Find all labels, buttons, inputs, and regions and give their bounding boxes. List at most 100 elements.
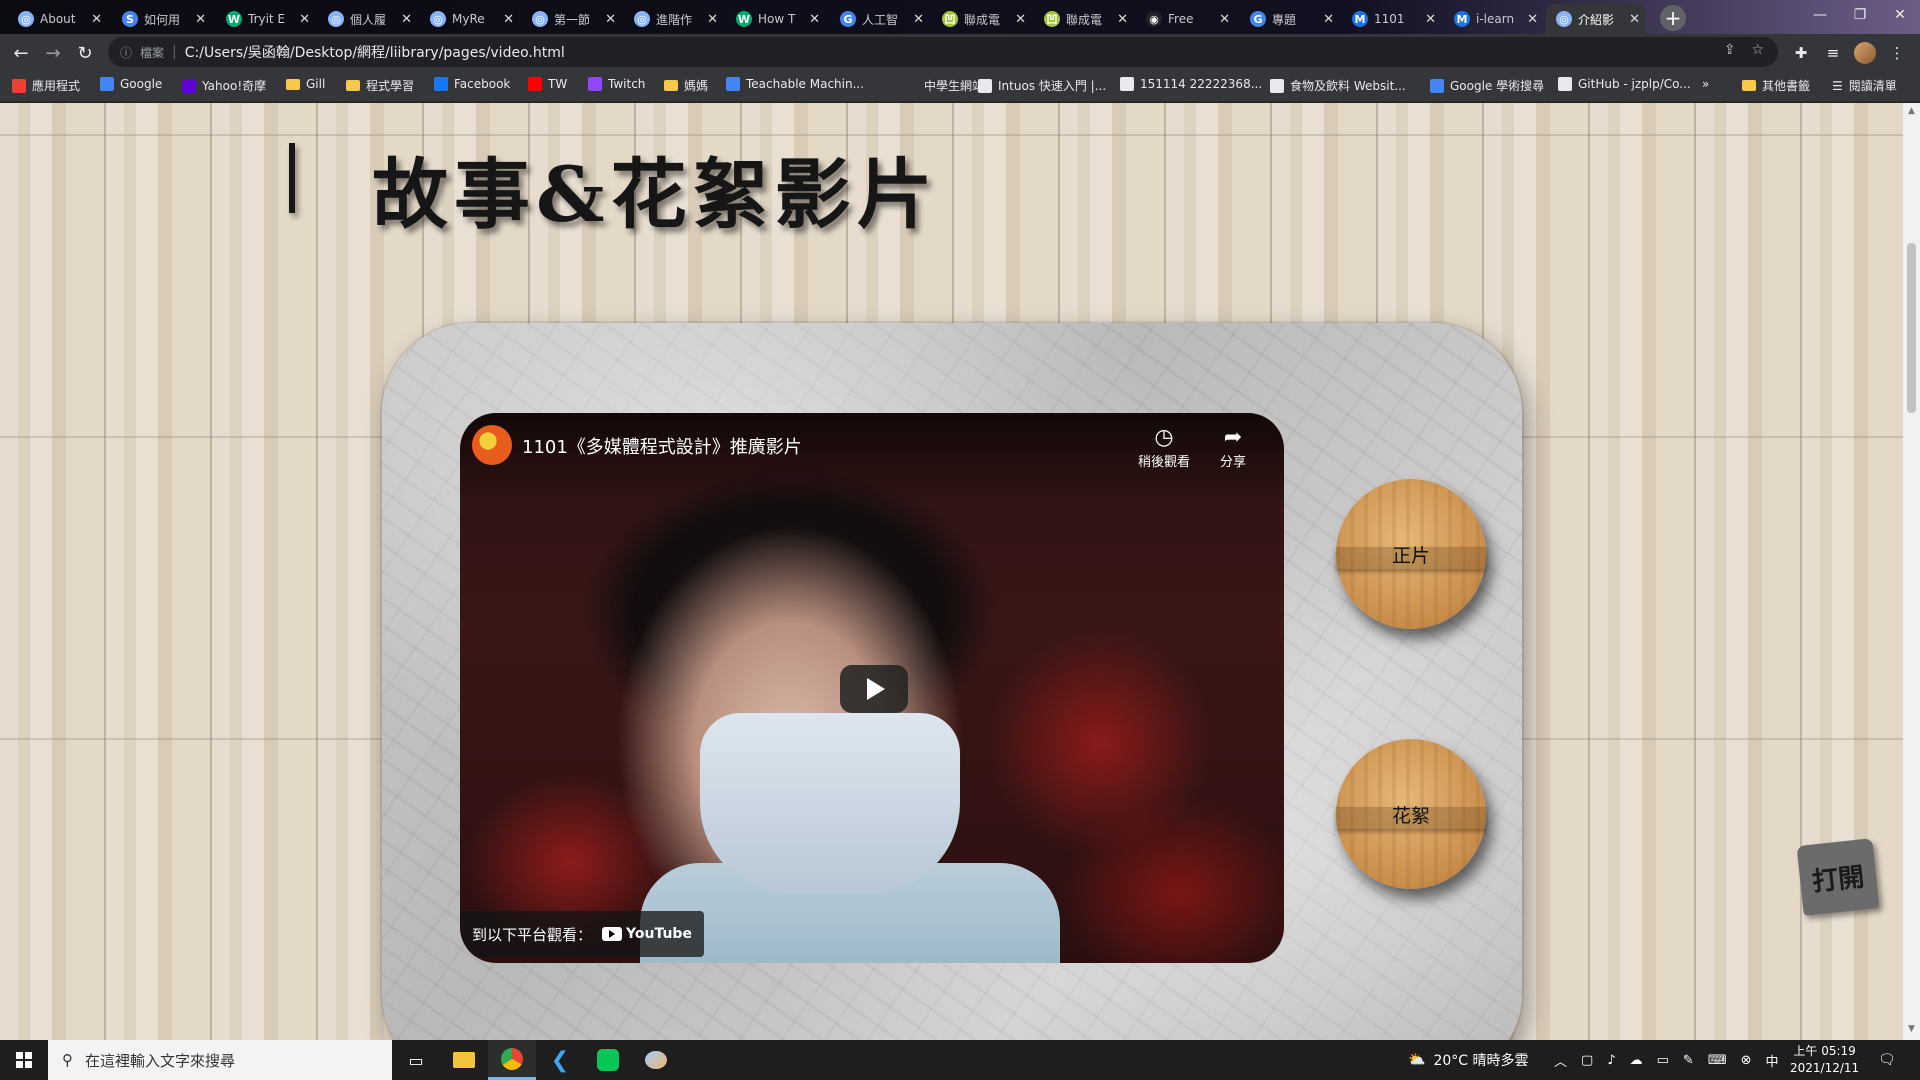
close-circle-icon[interactable]: ⊗ <box>1741 1053 1752 1068</box>
tab-close-icon[interactable]: ✕ <box>1117 12 1128 27</box>
browser-tab[interactable]: ◉ Free ✕ <box>1136 4 1236 34</box>
browser-tab[interactable]: ◎ 介紹影 ✕ <box>1546 4 1646 34</box>
browser-tab[interactable]: S 如何用 ✕ <box>112 4 212 34</box>
bookmark-item[interactable]: Intuos 快速入門 |... <box>978 77 1106 94</box>
taskbar-search[interactable]: ⚲ 在這裡輸入文字來搜尋 <box>48 1040 392 1080</box>
menu-kebab-icon[interactable]: ⋮ <box>1886 42 1908 64</box>
tab-close-icon[interactable]: ✕ <box>503 12 514 27</box>
weather-widget[interactable]: ⛅ 20°C 晴時多雲 <box>1408 1040 1528 1080</box>
media-queue-icon[interactable]: ≡ <box>1822 42 1844 64</box>
tab-close-icon[interactable]: ✕ <box>913 12 924 27</box>
tab-close-icon[interactable]: ✕ <box>1015 12 1026 27</box>
bookmark-item[interactable]: Gill <box>286 77 325 91</box>
chrome-icon[interactable] <box>488 1040 536 1080</box>
pen-icon[interactable]: ✎ <box>1683 1053 1694 1068</box>
bookmarks-overflow[interactable]: » <box>1702 77 1709 91</box>
browser-tab[interactable]: ◎ About ✕ <box>8 4 108 34</box>
tab-close-icon[interactable]: ✕ <box>401 12 412 27</box>
bookmark-item[interactable]: 媽媽 <box>664 77 708 94</box>
scroll-thumb[interactable] <box>1907 243 1916 413</box>
bookmark-item[interactable]: 應用程式 <box>12 77 80 94</box>
channel-avatar-icon[interactable] <box>472 425 512 465</box>
browser-tab[interactable]: ◎ 進階作 ✕ <box>624 4 724 34</box>
bookmark-item[interactable]: Google <box>100 77 162 91</box>
tab-close-icon[interactable]: ✕ <box>1425 12 1436 27</box>
tray-chevron-icon[interactable]: ︿ <box>1554 1051 1567 1070</box>
browser-tab[interactable]: M 1101 ✕ <box>1342 4 1442 34</box>
reload-icon[interactable]: ↻ <box>72 40 98 66</box>
info-icon[interactable]: ⓘ <box>120 44 132 61</box>
browser-tab[interactable]: G 人工智 ✕ <box>830 4 930 34</box>
bookmark-item[interactable]: Yahoo!奇摩 <box>182 77 266 94</box>
bookmark-item[interactable]: Google 學術搜尋 <box>1430 77 1544 94</box>
bookmark-star-icon[interactable]: ☆ <box>1751 42 1764 58</box>
bookmark-item[interactable]: Teachable Machin... <box>726 77 864 91</box>
bookmark-item[interactable]: Facebook <box>434 77 510 91</box>
browser-tab[interactable]: ◎ 個人履 ✕ <box>318 4 418 34</box>
watch-on-youtube-bar[interactable]: 到以下平台觀看： YouTube <box>460 911 704 957</box>
line-app-icon[interactable] <box>584 1040 632 1080</box>
bookmark-item[interactable]: 151114 22222368... <box>1120 77 1262 91</box>
video-title[interactable]: 1101《多媒體程式設計》推廣影片 <box>522 433 802 459</box>
paint-app-icon[interactable] <box>632 1040 680 1080</box>
input-method-icon[interactable]: 中 <box>1765 1051 1778 1070</box>
close-window-icon[interactable]: ✕ <box>1880 0 1920 30</box>
tab-close-icon[interactable]: ✕ <box>809 12 820 27</box>
main-video-button[interactable]: 正片 <box>1336 479 1486 629</box>
browser-tab[interactable]: 凹聯成電 ✕ <box>932 4 1032 34</box>
watch-later-button[interactable]: ◷ 稍後觀看 <box>1138 425 1190 470</box>
start-button[interactable] <box>0 1040 48 1080</box>
reading-list[interactable]: ☰ 閱讀清單 <box>1832 77 1897 94</box>
volume-icon[interactable]: ♪ <box>1607 1053 1615 1068</box>
tab-close-icon[interactable]: ✕ <box>1527 12 1538 27</box>
file-explorer-icon[interactable] <box>440 1040 488 1080</box>
minimize-icon[interactable]: — <box>1800 0 1840 30</box>
browser-tab[interactable]: ◎ 第一節 ✕ <box>522 4 622 34</box>
back-icon[interactable]: ← <box>8 40 34 66</box>
browser-tab[interactable]: W Tryit E ✕ <box>216 4 316 34</box>
other-bookmarks[interactable]: 其他書籤 <box>1742 77 1810 94</box>
browser-tab[interactable]: Mi-learn ✕ <box>1444 4 1544 34</box>
youtube-logo[interactable]: YouTube <box>602 926 692 942</box>
restore-icon[interactable]: ❐ <box>1840 0 1880 30</box>
page-scrollbar[interactable]: ▲ ▼ <box>1903 103 1920 1040</box>
scroll-down-icon[interactable]: ▼ <box>1907 1025 1916 1034</box>
keyboard-icon[interactable]: ⌨ <box>1708 1053 1727 1068</box>
vscode-icon[interactable]: ❮ <box>536 1040 584 1080</box>
network-icon[interactable]: ▢ <box>1581 1053 1593 1068</box>
play-button[interactable] <box>840 665 908 713</box>
address-bar[interactable]: ⓘ 檔案 | C:/Users/吳函翰/Desktop/網程/liibrary/… <box>108 37 1778 67</box>
profile-avatar-icon[interactable] <box>1854 42 1876 64</box>
browser-tab[interactable]: ◎ MyRe ✕ <box>420 4 520 34</box>
task-view-icon[interactable]: ▭ <box>392 1040 440 1080</box>
notification-icon[interactable]: 🗨 <box>1878 1040 1896 1080</box>
scroll-up-icon[interactable]: ▲ <box>1907 107 1916 116</box>
onedrive-icon[interactable]: ☁ <box>1630 1053 1643 1068</box>
tab-close-icon[interactable]: ✕ <box>605 12 616 27</box>
tab-close-icon[interactable]: ✕ <box>299 12 310 27</box>
bookmark-item[interactable]: 程式學習 <box>346 77 414 94</box>
browser-tab[interactable]: G 專題 ✕ <box>1240 4 1340 34</box>
share-button[interactable]: ➦ 分享 <box>1220 425 1246 470</box>
tab-close-icon[interactable]: ✕ <box>91 12 102 27</box>
youtube-embed[interactable]: 1101《多媒體程式設計》推廣影片 ◷ 稍後觀看 ➦ 分享 到以下平台觀看： Y… <box>460 413 1284 963</box>
browser-tab[interactable]: W How T ✕ <box>726 4 826 34</box>
tab-close-icon[interactable]: ✕ <box>707 12 718 27</box>
extensions-icon[interactable]: ✚ <box>1790 42 1812 64</box>
bookmark-item[interactable]: GitHub - jzplp/Co... <box>1558 77 1691 91</box>
tab-close-icon[interactable]: ✕ <box>1323 12 1334 27</box>
bookmark-item[interactable]: 食物及飲料 Websit... <box>1270 77 1406 94</box>
tab-close-icon[interactable]: ✕ <box>1219 12 1230 27</box>
forward-icon[interactable]: → <box>40 40 66 66</box>
bookmark-item[interactable]: Twitch <box>588 77 645 91</box>
bookmark-item[interactable]: 中學生網站 <box>904 77 984 94</box>
tab-close-icon[interactable]: ✕ <box>1629 12 1640 27</box>
extras-video-button[interactable]: 花絮 <box>1336 739 1486 889</box>
open-book-button[interactable]: 打開 <box>1796 838 1880 916</box>
tab-close-icon[interactable]: ✕ <box>195 12 206 27</box>
display-icon[interactable]: ▭ <box>1657 1053 1669 1068</box>
system-clock[interactable]: 上午 05:19 2021/12/11 <box>1790 1043 1859 1077</box>
new-tab-button[interactable]: + <box>1660 5 1686 31</box>
browser-tab[interactable]: 凹聯成電 ✕ <box>1034 4 1134 34</box>
share-page-icon[interactable]: ⇪ <box>1724 42 1736 58</box>
